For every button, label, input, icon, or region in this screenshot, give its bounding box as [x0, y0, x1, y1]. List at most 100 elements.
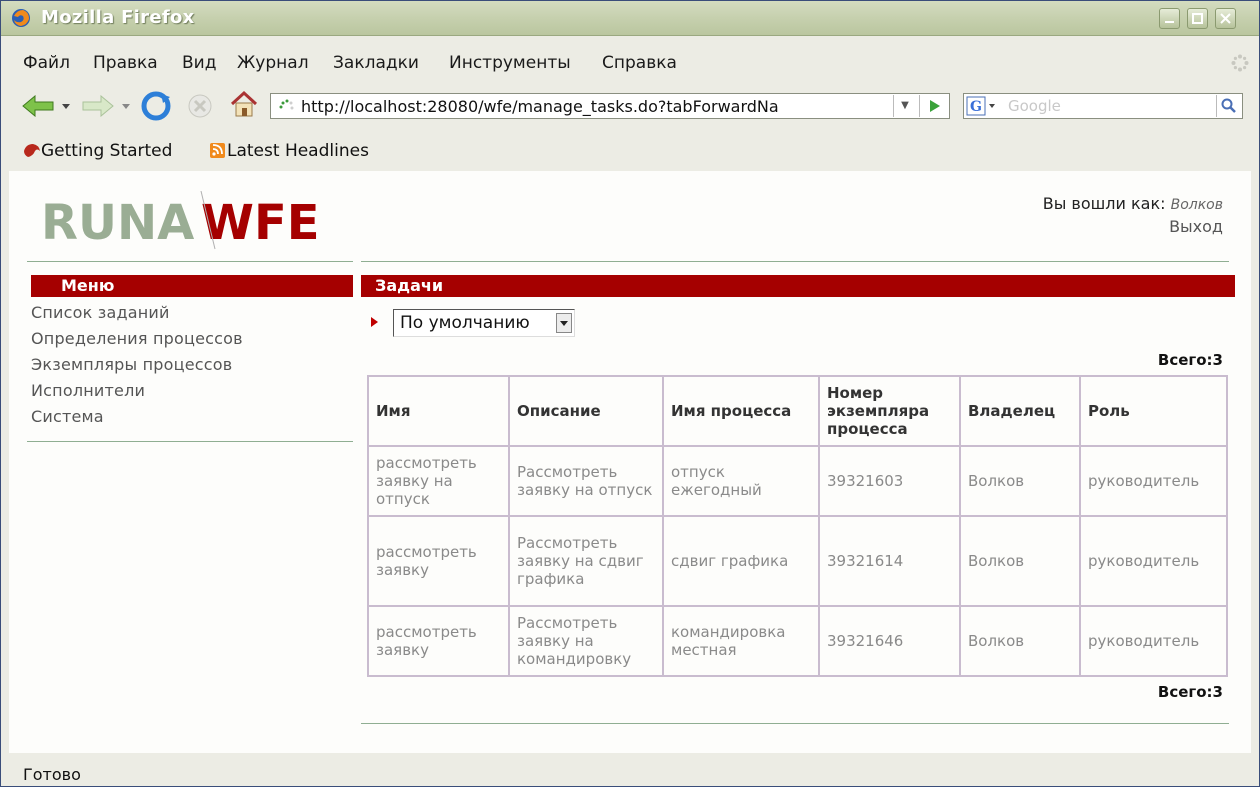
- cell-description[interactable]: Рассмотреть заявку на сдвиг графика: [508, 515, 664, 607]
- bookmarks-toolbar: Getting Started Latest Headlines: [1, 133, 1259, 169]
- runawfe-logo: RUNA WFE: [41, 191, 320, 251]
- logged-in-label: Вы вошли как:: [1042, 194, 1166, 213]
- menu-file[interactable]: Файл: [23, 53, 70, 73]
- url-bar[interactable]: http://localhost:28080/wfe/manage_tasks.…: [270, 93, 950, 119]
- total-count-bottom: Всего:3: [1157, 683, 1223, 701]
- google-icon: G: [966, 96, 995, 116]
- column-header-role[interactable]: Роль: [1079, 375, 1228, 447]
- loading-icon: [279, 99, 294, 110]
- rss-icon: [210, 143, 225, 158]
- cell-role[interactable]: руководитель: [1079, 515, 1228, 607]
- close-button[interactable]: [1215, 8, 1236, 29]
- bookmark-label: Latest Headlines: [227, 141, 369, 161]
- user-info: Вы вошли как: Волков Выход: [1043, 193, 1223, 238]
- bookmark-label: Getting Started: [41, 141, 173, 161]
- divider: [27, 261, 353, 262]
- url-text: http://localhost:28080/wfe/manage_tasks.…: [301, 97, 779, 116]
- menu-edit[interactable]: Правка: [93, 53, 158, 73]
- status-bar: Готово: [1, 757, 1259, 786]
- cell-description[interactable]: Рассмотреть заявку на отпуск: [508, 445, 664, 517]
- back-icon[interactable]: [21, 95, 59, 117]
- sidebar-item-process-definitions[interactable]: Определения процессов: [31, 329, 243, 348]
- maximize-icon: [1192, 13, 1203, 24]
- cell-name[interactable]: рассмотреть заявку на отпуск: [367, 445, 510, 517]
- table-row[interactable]: рассмотреть заявку Рассмотреть заявку на…: [367, 515, 1228, 607]
- cell-name[interactable]: рассмотреть заявку: [367, 515, 510, 607]
- firefox-icon: [24, 144, 40, 157]
- back-history-icon[interactable]: [61, 103, 71, 111]
- search-placeholder: Google: [1008, 97, 1061, 115]
- expand-filter-icon[interactable]: [371, 317, 378, 327]
- forward-history-icon[interactable]: [121, 103, 131, 111]
- cell-description[interactable]: Рассмотреть заявку на командировку: [508, 605, 664, 677]
- menu-bar: Файл Правка Вид Журнал Закладки Инструме…: [1, 36, 1259, 76]
- status-text: Готово: [23, 765, 81, 784]
- go-arrow-icon: [930, 100, 940, 112]
- logout-link[interactable]: Выход: [1043, 216, 1223, 238]
- sidebar-item-tasks[interactable]: Список заданий: [31, 303, 170, 322]
- menu-view[interactable]: Вид: [182, 53, 216, 73]
- table-row[interactable]: рассмотреть заявку Рассмотреть заявку на…: [367, 605, 1228, 677]
- filter-select-value: По умолчанию: [400, 313, 530, 333]
- cell-process-name[interactable]: командировка местная: [662, 605, 820, 677]
- divider: [361, 261, 1229, 262]
- column-header-description[interactable]: Описание: [508, 375, 664, 447]
- cell-role[interactable]: руководитель: [1079, 605, 1228, 677]
- search-box[interactable]: G Google: [963, 93, 1243, 119]
- cell-role[interactable]: руководитель: [1079, 445, 1228, 517]
- tasks-table: Имя Описание Имя процесса Номер экземпля…: [367, 375, 1228, 677]
- cell-owner[interactable]: Волков: [959, 445, 1081, 517]
- table-header-row: Имя Описание Имя процесса Номер экземпля…: [367, 375, 1228, 447]
- column-header-instance-number[interactable]: Номер экземпляра процесса: [818, 375, 961, 447]
- menu-bookmarks[interactable]: Закладки: [333, 53, 419, 73]
- sidebar-item-executors[interactable]: Исполнители: [31, 381, 145, 400]
- chevron-down-icon[interactable]: [556, 313, 572, 333]
- throbber-icon: [1231, 54, 1249, 72]
- minimize-icon: [1165, 21, 1174, 23]
- table-row[interactable]: рассмотреть заявку на отпуск Рассмотреть…: [367, 445, 1228, 517]
- stop-icon[interactable]: [187, 93, 213, 119]
- divider: [27, 441, 353, 442]
- cell-instance-number[interactable]: 39321603: [818, 445, 961, 517]
- firefox-window: Mozilla Firefox Файл Правка Вид Журнал З…: [0, 0, 1260, 787]
- firefox-icon: [12, 9, 30, 27]
- svg-text:G: G: [970, 99, 982, 115]
- menu-tools[interactable]: Инструменты: [449, 53, 571, 73]
- close-icon: [1220, 13, 1231, 24]
- magnifier-icon: [1221, 98, 1236, 113]
- navigation-toolbar: http://localhost:28080/wfe/manage_tasks.…: [1, 79, 1259, 131]
- column-header-process-name[interactable]: Имя процесса: [662, 375, 820, 447]
- page-title: Задачи: [361, 275, 1235, 297]
- cell-process-name[interactable]: отпуск ежегодный: [662, 445, 820, 517]
- column-header-name[interactable]: Имя: [367, 375, 510, 447]
- bookmark-latest-headlines[interactable]: Latest Headlines: [209, 141, 369, 161]
- reload-icon[interactable]: [141, 91, 171, 121]
- cell-owner[interactable]: Волков: [959, 515, 1081, 607]
- bookmark-getting-started[interactable]: Getting Started: [23, 141, 172, 161]
- cell-instance-number[interactable]: 39321614: [818, 515, 961, 607]
- cell-name[interactable]: рассмотреть заявку: [367, 605, 510, 677]
- user-name-link[interactable]: Волков: [1171, 197, 1223, 213]
- sidebar-item-system[interactable]: Система: [31, 407, 104, 426]
- column-header-owner[interactable]: Владелец: [959, 375, 1081, 447]
- filter-select[interactable]: По умолчанию: [393, 309, 575, 337]
- maximize-button[interactable]: [1187, 8, 1208, 29]
- window-title: Mozilla Firefox: [41, 7, 195, 28]
- total-count-top: Всего:3: [1157, 351, 1223, 369]
- sidebar-item-process-instances[interactable]: Экземпляры процессов: [31, 355, 232, 374]
- home-icon[interactable]: [229, 89, 259, 119]
- sidebar-title: Меню: [31, 275, 353, 297]
- cell-owner[interactable]: Волков: [959, 605, 1081, 677]
- go-button[interactable]: [919, 95, 948, 117]
- cell-instance-number[interactable]: 39321646: [818, 605, 961, 677]
- url-dropdown-button[interactable]: ▼: [893, 95, 916, 117]
- search-button[interactable]: [1216, 95, 1241, 117]
- forward-icon[interactable]: [79, 95, 115, 117]
- logo-text-left: RUNA: [41, 195, 194, 251]
- page-content: RUNA WFE Вы вошли как: Волков Выход Меню…: [9, 171, 1251, 753]
- menu-history[interactable]: Журнал: [237, 53, 309, 73]
- minimize-button[interactable]: [1159, 8, 1180, 29]
- search-engine-selector[interactable]: G: [966, 96, 1000, 116]
- menu-help[interactable]: Справка: [602, 53, 677, 73]
- cell-process-name[interactable]: сдвиг графика: [662, 515, 820, 607]
